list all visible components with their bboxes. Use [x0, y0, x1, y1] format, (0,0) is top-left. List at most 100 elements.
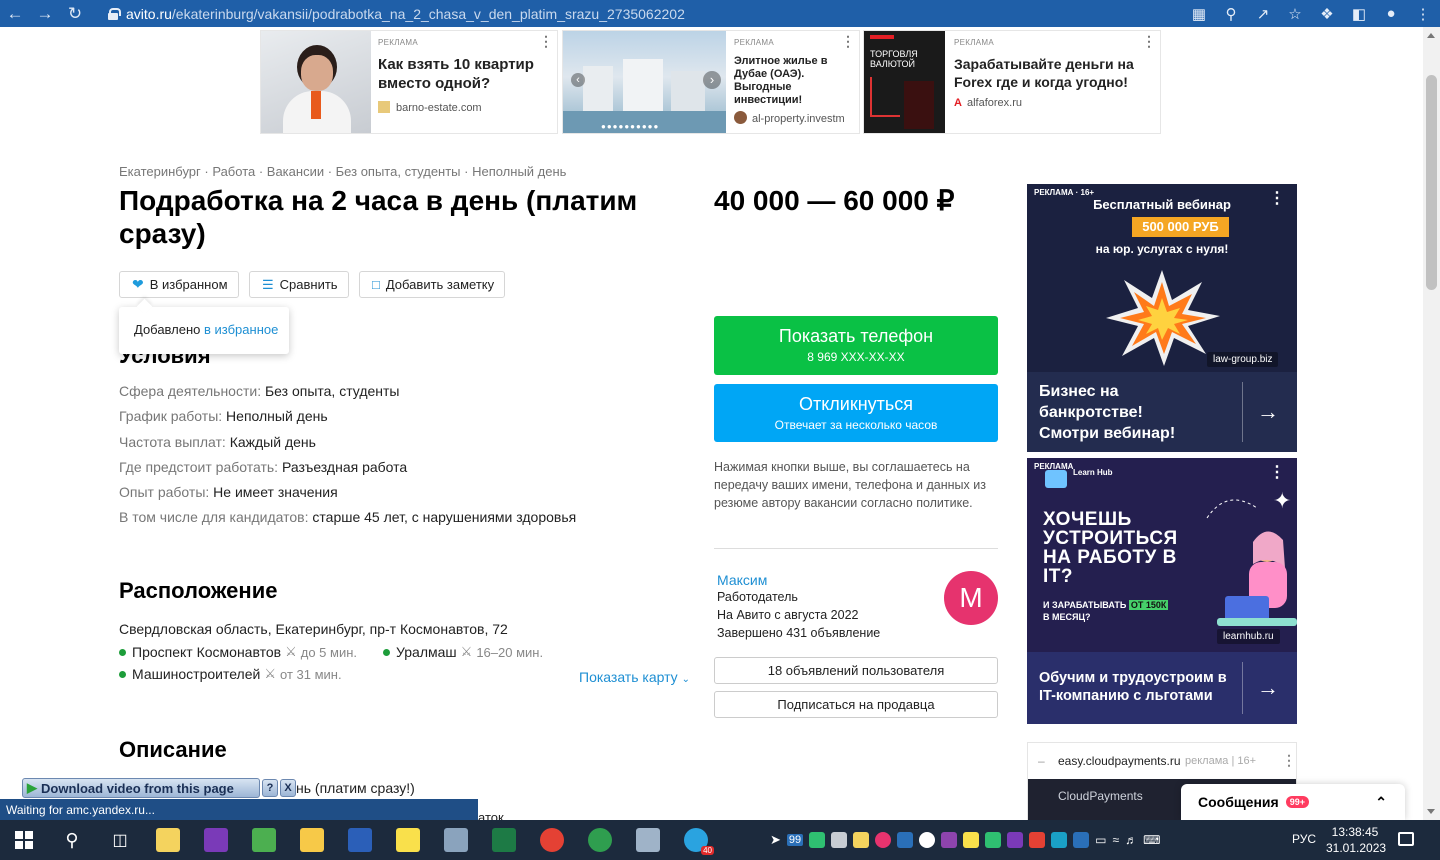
breadcrumb[interactable]: Екатеринбург · Работа · Вакансии · Без о…	[119, 164, 566, 179]
ad-label: РЕКЛАМА	[954, 38, 995, 47]
translate-icon[interactable]: ▦	[1190, 5, 1208, 23]
download-video-button[interactable]: ▶ Download video from this page	[22, 778, 260, 798]
show-phone-button[interactable]: Показать телефон 8 969 XXX-XX-XX	[714, 316, 998, 375]
metro-line-icon	[119, 670, 126, 678]
app-icon[interactable]	[432, 820, 480, 860]
ad-menu-icon[interactable]: ⋮	[1282, 752, 1296, 769]
ad-title: Как взять 10 квартир вместо одной?	[378, 56, 534, 92]
close-button[interactable]: X	[280, 779, 296, 797]
task-view-icon[interactable]: ◫	[96, 820, 144, 860]
messages-panel[interactable]: Сообщения 99+ ⌃	[1181, 784, 1405, 820]
divider	[714, 548, 998, 549]
compare-button[interactable]: ☰ Сравнить	[249, 271, 349, 298]
keyboard-icon[interactable]: ⌨	[1143, 833, 1160, 847]
tray-app-icon[interactable]	[985, 832, 1002, 848]
scroll-down-icon[interactable]	[1427, 809, 1435, 814]
ad-cta[interactable]: Обучим и трудоустроим в IT-компанию с ль…	[1027, 652, 1297, 724]
respond-sub: Отвечает за несколько часов	[774, 418, 938, 432]
volume-icon[interactable]: ♬	[1125, 833, 1137, 847]
seller-name[interactable]: Максим	[717, 572, 767, 588]
scroll-thumb[interactable]	[1426, 75, 1437, 290]
condition-row: График работы: Неполный день	[119, 408, 328, 424]
tray-app-icon[interactable]	[1029, 832, 1046, 848]
top-ad-2[interactable]: ‹ › ●●●●●●●●●● РЕКЛАМА ⋮ Элитное жилье в…	[562, 30, 860, 134]
forward-icon[interactable]: →	[30, 0, 60, 27]
show-phone-label: Показать телефон	[778, 326, 934, 346]
file-explorer-icon[interactable]	[288, 820, 336, 860]
spreadsheet-icon[interactable]	[240, 820, 288, 860]
tray-app-icon[interactable]	[875, 832, 892, 848]
help-button[interactable]: ?	[262, 779, 278, 797]
reload-icon[interactable]: ↻	[60, 0, 90, 27]
arrow-right-icon: →	[1257, 399, 1279, 424]
tray-app-icon[interactable]	[1073, 832, 1090, 848]
calculator-icon[interactable]	[624, 820, 672, 860]
ad-menu-icon[interactable]: ⋮	[539, 33, 553, 50]
chrome-icon[interactable]	[576, 820, 624, 860]
share-icon[interactable]: ↗	[1254, 5, 1272, 23]
show-map-link[interactable]: Показать карту ⌄	[579, 669, 690, 685]
wifi-icon[interactable]: ≈	[1113, 833, 1120, 847]
profile-icon[interactable]: ●	[1382, 5, 1400, 22]
svg-text:✦: ✦	[1273, 489, 1291, 514]
carousel-prev-icon[interactable]: ‹	[571, 73, 585, 87]
heart-icon: ❤	[132, 276, 144, 292]
side-ad-webinar[interactable]: РЕКЛАМА · 16+ ⋮ Бесплатный вебинар 500 0…	[1027, 184, 1297, 452]
scroll-up-icon[interactable]	[1427, 33, 1435, 38]
screenshot-icon[interactable]	[897, 832, 914, 848]
clock[interactable]: 13:38:45 31.01.2023	[1326, 824, 1387, 856]
add-note-button[interactable]: □ Добавить заметку	[359, 271, 506, 298]
word-icon[interactable]	[336, 820, 384, 860]
shield-icon[interactable]	[809, 832, 826, 848]
search-icon[interactable]: ⚲	[48, 820, 96, 860]
subscribe-seller-button[interactable]: Подписаться на продавца	[714, 691, 998, 718]
sidebar-icon[interactable]: ◧	[1350, 5, 1368, 23]
explosion-icon	[1106, 270, 1220, 366]
tooltip-link[interactable]: в избранное	[204, 322, 278, 337]
monitor-icon[interactable]	[831, 832, 848, 848]
onenote-icon[interactable]	[192, 820, 240, 860]
back-icon[interactable]: ←	[0, 0, 30, 27]
windows-start-icon[interactable]	[0, 820, 48, 860]
clock-date: 31.01.2023	[1326, 841, 1387, 855]
ad-menu-icon[interactable]: ⋮	[1142, 33, 1156, 50]
battery-icon[interactable]: ▭	[1095, 833, 1106, 847]
excel-icon[interactable]	[480, 820, 528, 860]
sticky-notes-icon[interactable]	[384, 820, 432, 860]
ad-menu-icon[interactable]: ⋮	[841, 33, 855, 50]
tray-app-icon[interactable]	[963, 832, 980, 848]
ad-source: learnhub.ru	[1217, 629, 1280, 644]
chrome-icon[interactable]	[528, 820, 576, 860]
user-listings-button[interactable]: 18 объявлений пользователя	[714, 657, 998, 684]
favorite-button[interactable]: ❤ В избранном	[119, 271, 239, 298]
extensions-icon[interactable]: ❖	[1318, 5, 1336, 23]
seller-role: Работодатель	[717, 590, 798, 604]
language-indicator[interactable]: РУС	[1292, 832, 1316, 846]
consent-text: Нажимая кнопки выше, вы соглашаетесь на …	[714, 460, 986, 510]
notes-tray-icon[interactable]	[853, 832, 870, 848]
top-ad-1[interactable]: РЕКЛАМА ⋮ Как взять 10 квартир вместо од…	[260, 30, 558, 134]
avatar[interactable]: М	[944, 571, 998, 625]
compare-label: Сравнить	[279, 277, 338, 292]
tray-app-icon[interactable]	[919, 832, 936, 848]
tray-app-icon[interactable]	[941, 832, 958, 848]
menu-icon[interactable]: ⋮	[1414, 5, 1432, 23]
tray-app-icon[interactable]	[1051, 832, 1068, 848]
top-ad-3[interactable]: ТОРГОВЛЯ ВАЛЮТОЙ РЕКЛАМА ⋮ Зарабатывайте…	[863, 30, 1161, 134]
walk-icon: ⚔	[264, 666, 276, 681]
system-tray: ➤ 99 ▭ ≈ ♬ ⌨	[770, 820, 1160, 860]
address-bar[interactable]: avito.ru/ekaterinburg/vakansii/podrabotk…	[108, 2, 1308, 25]
bookmark-star-icon[interactable]: ☆	[1286, 5, 1304, 23]
onenote-tray-icon[interactable]	[1007, 832, 1024, 848]
page-scrollbar[interactable]	[1423, 27, 1440, 820]
chevron-up-icon[interactable]: ⌃	[1375, 794, 1387, 811]
side-ad-learnhub[interactable]: РЕКЛАМА Learn Hub ⋮ ХОЧЕШЬ УСТРОИТЬСЯ НА…	[1027, 458, 1297, 724]
telegram-icon[interactable]: 40	[672, 820, 720, 860]
zoom-icon[interactable]: ⚲	[1222, 5, 1240, 23]
messages-badge: 99+	[1285, 796, 1309, 808]
carousel-next-icon[interactable]: ›	[703, 71, 721, 89]
ad-cta[interactable]: Бизнес на банкротстве! Смотри вебинар! →	[1027, 372, 1297, 452]
notes-app-icon[interactable]	[144, 820, 192, 860]
respond-button[interactable]: Откликнуться Отвечает за несколько часов	[714, 384, 998, 442]
notifications-icon[interactable]	[1398, 832, 1414, 846]
